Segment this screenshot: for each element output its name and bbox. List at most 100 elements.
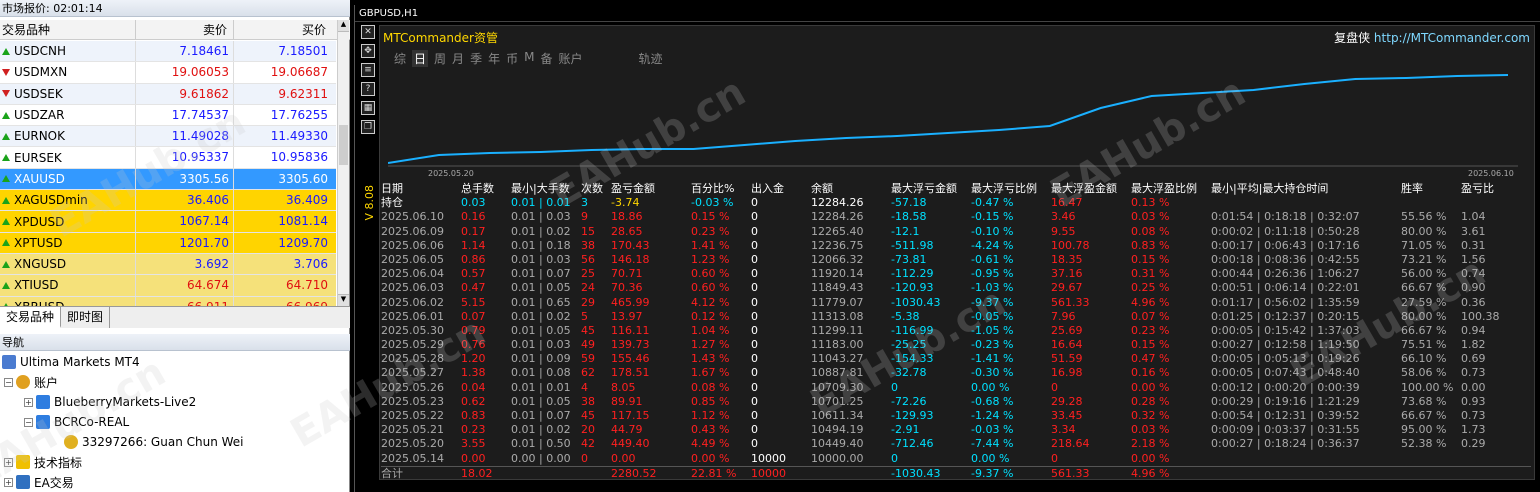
market-row[interactable]: XPDUSD 1067.14 1081.14 — [0, 211, 336, 233]
period-tab[interactable]: 币 — [506, 50, 518, 67]
link-url[interactable]: http://MTCommander.com — [1374, 31, 1530, 45]
ask-cell: 17.76255 — [270, 107, 328, 122]
cell: 56 — [581, 252, 595, 266]
cell: 18.02 — [461, 466, 493, 480]
cell: 29.67 — [1051, 281, 1083, 295]
col-bid[interactable]: 卖价 — [136, 20, 234, 39]
cell: -0.47 % — [971, 196, 1014, 210]
cell: 0.69 — [1461, 352, 1486, 366]
market-row[interactable]: XAUUSD 3305.56 3305.60 — [0, 168, 336, 191]
market-row[interactable]: XNGUSD 3.692 3.706 — [0, 253, 336, 276]
expand-icon[interactable]: + — [24, 397, 33, 407]
cell: 58.06 % — [1401, 366, 1447, 380]
scroll-thumb[interactable] — [339, 125, 348, 165]
cell: -0.61 % — [971, 252, 1014, 266]
market-row[interactable]: XPTUSD 1201.70 1209.70 — [0, 232, 336, 254]
cell: 465.99 — [611, 295, 650, 309]
period-tab[interactable]: 备 — [540, 50, 552, 67]
cell: 3 — [581, 196, 588, 210]
market-row[interactable]: XAGUSDmin 36.406 36.409 — [0, 190, 336, 212]
cell: 13.97 — [611, 309, 643, 323]
cell: 0.00 % — [1131, 451, 1170, 465]
cell: -12.1 — [891, 224, 920, 238]
cell: -1030.43 — [891, 295, 941, 309]
table-row: 2025.05.29 0.76 0.01 | 0.03 49 139.73 1.27 % 0… — [381, 338, 1531, 352]
table-row: 2025.06.05 0.86 0.01 | 0.03 56 146.18 1.23 % 0… — [381, 253, 1531, 267]
bid-cell: 1201.70 — [136, 232, 234, 253]
cell: 11779.07 — [811, 295, 864, 309]
grid-icon[interactable]: ▦ — [361, 101, 375, 115]
tab-symbols[interactable]: 交易品种 — [0, 307, 62, 328]
period-tab[interactable]: 日 — [412, 50, 429, 67]
cell: 66.10 % — [1401, 352, 1447, 366]
nav-account-2[interactable]: − BCRCo-REAL — [24, 412, 129, 432]
cell: 1.23 % — [691, 252, 730, 266]
cell: 0:00:18 | 0:08:36 | 0:42:55 — [1211, 252, 1360, 266]
nav-root[interactable]: Ultima Markets MT4 — [2, 352, 140, 372]
collapse-icon[interactable]: − — [4, 377, 13, 387]
cell: 0.00 — [1461, 380, 1486, 394]
period-tab[interactable]: 月 — [452, 50, 464, 67]
market-row[interactable]: EURSEK 10.95337 10.95836 — [0, 147, 336, 169]
market-row[interactable]: USDCNH 7.18461 7.18501 — [0, 41, 336, 63]
market-row[interactable]: USDSEK 9.61862 9.62311 — [0, 83, 336, 105]
expand-icon[interactable]: + — [4, 457, 13, 467]
table-header: 日期 总手数 最小|大手数 次数 盈亏金额 百分比% 出入金 余额 最大浮亏金额 最大浮亏比例 最大… — [381, 182, 1531, 196]
period-tab[interactable]: 轨迹 — [639, 50, 663, 67]
chart-window[interactable]: GBPUSD,H1 ✕ ✥ ≡ ? ▦ ❐ MTCommander资管 复盘侠 … — [354, 5, 1540, 492]
table-row: 2025.06.06 1.14 0.01 | 0.18 38 170.43 1.41 % 0… — [381, 239, 1531, 253]
cell: -1.03 % — [971, 281, 1014, 295]
market-watch-scrollbar[interactable]: ▲ ▼ — [337, 20, 349, 306]
period-tab[interactable]: M — [524, 50, 534, 67]
symbol-name: XPDUSD — [14, 214, 65, 229]
scroll-down-icon[interactable]: ▼ — [338, 294, 349, 306]
equity-line — [388, 74, 1509, 164]
nav-user[interactable]: 33297266: Guan Chun Wei — [64, 432, 244, 452]
period-tab[interactable]: 综 — [394, 50, 406, 67]
market-row[interactable]: USDZAR 17.74537 17.76255 — [0, 104, 336, 127]
nav-ea[interactable]: + EA交易 — [4, 472, 74, 492]
cell: 日期 — [381, 182, 403, 195]
cell: 0 — [751, 409, 758, 422]
bid-cell: 9.61862 — [136, 83, 234, 104]
cell: 5.15 — [461, 295, 486, 309]
col-ask[interactable]: 买价 — [234, 20, 332, 39]
cell: 0.29 — [1461, 437, 1486, 451]
market-row[interactable]: EURNOK 11.49028 11.49330 — [0, 126, 336, 148]
arrow-up-icon — [2, 218, 10, 226]
period-tab[interactable]: 账户 — [558, 50, 582, 67]
cell: 3.34 — [1051, 423, 1076, 437]
col-symbol[interactable]: 交易品种 — [0, 20, 136, 39]
cell: 100.00 % — [1401, 380, 1454, 394]
nav-indicators[interactable]: + 技术指标 — [4, 452, 82, 472]
nav-account-1[interactable]: + BlueberryMarkets-Live2 — [24, 392, 196, 412]
move-icon[interactable]: ✥ — [361, 44, 375, 58]
cell: 0.32 % — [1131, 409, 1170, 422]
cell: -0.95 % — [971, 267, 1014, 281]
collapse-icon[interactable]: − — [24, 417, 33, 427]
market-row[interactable]: XTIUSD 64.674 64.710 — [0, 275, 336, 297]
symbol-name: XPTUSD — [14, 235, 63, 250]
table-row: 2025.05.14 0.00 0.00 | 0.00 0 0.00 0.00 % 1000… — [381, 452, 1531, 466]
cell: 0.17 — [461, 224, 486, 238]
cell: 0:00:27 | 0:12:58 | 1:19:50 — [1211, 338, 1360, 352]
cell: 0:00:17 | 0:06:43 | 0:17:16 — [1211, 238, 1360, 252]
window-icon[interactable]: ❐ — [361, 120, 375, 134]
period-tab[interactable]: 周 — [434, 50, 446, 67]
site-link[interactable]: 复盘侠 http://MTCommander.com — [1334, 29, 1530, 46]
close-icon[interactable]: ✕ — [361, 25, 375, 39]
cell: 178.51 — [611, 366, 650, 380]
market-row[interactable]: USDMXN 19.06053 19.06687 — [0, 62, 336, 84]
cell: 最大浮亏金额 — [891, 182, 957, 195]
menu-icon[interactable]: ≡ — [361, 63, 375, 77]
cell: 0.47 % — [1131, 352, 1170, 366]
cell: 0.36 — [1461, 295, 1486, 309]
cell: 0 — [581, 451, 588, 465]
help-icon[interactable]: ? — [361, 82, 375, 96]
scroll-up-icon[interactable]: ▲ — [338, 20, 349, 32]
expand-icon[interactable]: + — [4, 477, 13, 487]
period-tab[interactable]: 年 — [488, 50, 500, 67]
period-tab[interactable]: 季 — [470, 50, 482, 67]
tab-tick-chart[interactable]: 即时图 — [61, 307, 111, 328]
nav-accounts[interactable]: − 账户 — [4, 372, 58, 392]
